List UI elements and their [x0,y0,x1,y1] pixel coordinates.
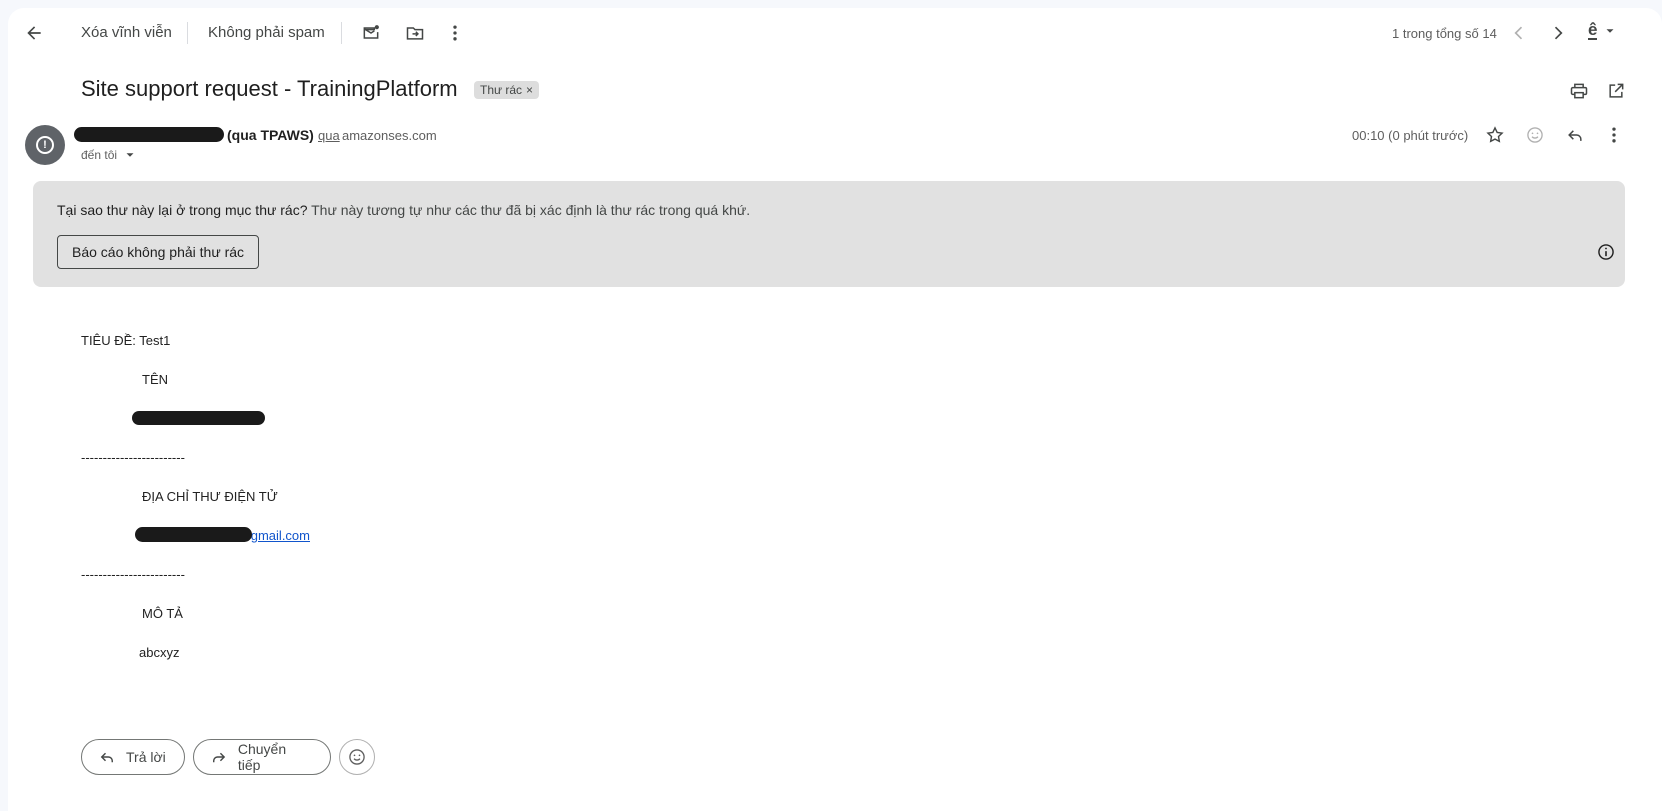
message-subject: Site support request - TrainingPlatform [81,76,458,101]
toolbar-divider [341,22,342,44]
caret-down-icon [126,153,134,157]
body-subject-line: TIÊU ĐỀ: Test1 [81,333,171,348]
emoji-icon [349,749,365,765]
body-description-value: abcxyz [139,645,180,660]
add-reaction-button[interactable] [1517,117,1553,153]
reply-button[interactable]: Trả lời [81,739,185,775]
message-time: 00:10 (0 phút trước) [1352,128,1469,143]
spam-info-button[interactable] [1588,234,1624,270]
print-icon [1570,83,1588,99]
reply-label: Trả lời [126,749,166,765]
recipient-details-toggle[interactable]: đến tôi [81,148,137,162]
mark-unread-button[interactable] [353,15,389,51]
add-reaction-button-bottom[interactable] [339,739,375,775]
sender-avatar[interactable]: ! [25,125,65,165]
open-in-new-icon [1609,83,1624,98]
message-more-button[interactable] [1596,117,1632,153]
body-description-label: MÔ TẢ [142,606,183,621]
spam-explanation: Thư này tương tự như các thư đã bị xác đ… [307,202,751,218]
via-domain: amazonses.com [342,128,437,143]
redacted-sender-name [74,127,224,142]
newer-button[interactable] [1501,15,1537,51]
forward-icon [213,752,226,763]
reply-icon [100,752,113,763]
spam-reason-text: Tại sao thư này lại ở trong mục thư rác?… [57,202,750,218]
report-not-spam-button[interactable]: Báo cáo không phải thư rác [57,235,260,269]
more-vert-icon [453,25,457,41]
body-name-label: TÊN [142,372,168,387]
body-email-link[interactable]: gmail.com [251,528,310,543]
forward-label: Chuyển tiếp [237,741,287,773]
forward-button[interactable]: Chuyển tiếp [193,739,331,775]
not-spam-button[interactable]: Không phải spam [208,24,325,41]
via-word: qua [318,128,340,143]
info-icon [1598,244,1614,260]
mail-unread-icon [363,25,379,39]
arrow-left-icon [27,26,41,40]
chevron-right-icon [1554,26,1563,40]
older-button[interactable] [1540,15,1576,51]
reply-icon [1568,130,1582,141]
back-button[interactable] [16,15,52,51]
reply-button-header[interactable] [1557,117,1593,153]
caret-down-icon [1606,29,1614,33]
spam-question: Tại sao thư này lại ở trong mục thư rác? [57,202,308,218]
emoji-icon [1527,127,1543,143]
sender-suffix[interactable]: (qua TPAWS) [227,127,314,143]
spam-label-chip: Thư rác × [474,81,540,99]
redacted-email-user [135,527,252,542]
spam-label-text: Thư rác [480,83,523,97]
body-email-label: ĐỊA CHỈ THƯ ĐIỆN TỬ [142,489,278,504]
body-separator: ------------------------ [81,567,185,582]
delete-forever-button[interactable]: Xóa vĩnh viễn [81,24,172,41]
body-separator: ------------------------ [81,450,185,465]
print-button[interactable] [1561,73,1597,109]
remove-label-button[interactable]: × [526,83,533,97]
warning-avatar-icon: ! [36,136,54,154]
more-options-button[interactable] [437,15,473,51]
toolbar-divider [187,22,188,44]
star-icon [1486,126,1504,143]
more-vert-icon [1612,127,1616,143]
redacted-name-value [132,411,265,425]
chevron-left-icon [1514,26,1523,40]
recipient-text: đến tôi [81,148,118,162]
spam-warning-banner: Tại sao thư này lại ở trong mục thư rác?… [33,181,1625,287]
open-new-window-button[interactable] [1598,73,1634,109]
star-button[interactable] [1477,117,1513,153]
input-tools-glyph: ê [1588,20,1598,40]
pagination-text: 1 trong tổng số 14 [1392,26,1497,41]
move-to-button[interactable] [397,15,433,51]
folder-move-icon [406,27,424,40]
input-tools-button[interactable]: ê [1588,20,1617,40]
